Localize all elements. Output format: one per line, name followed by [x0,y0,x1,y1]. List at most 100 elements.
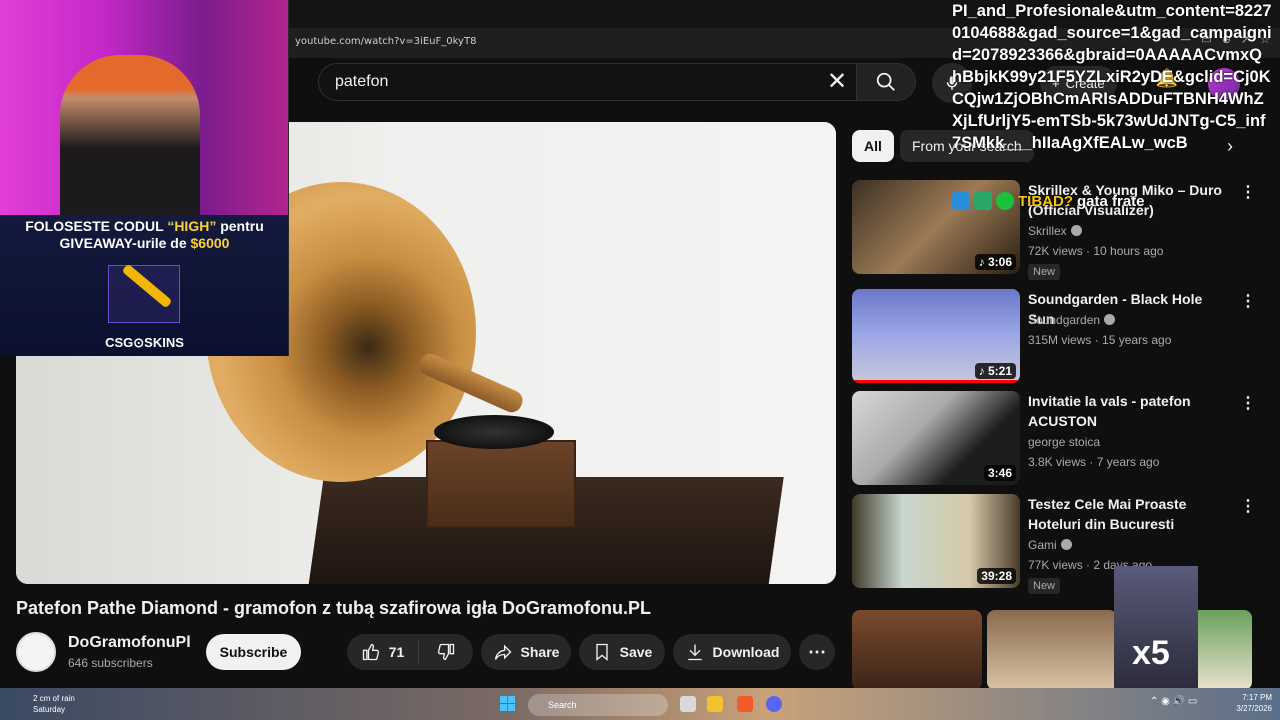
like-count: 71 [388,644,405,660]
verified-icon [996,192,1014,210]
duration-badge: 3:46 [983,465,1016,481]
promo-banner: FOLOSESTE CODUL “HIGH” pentru GIVEAWAY-u… [0,215,288,356]
recommendation-channel[interactable]: Soundgarden [1028,313,1116,327]
channel-name[interactable]: DoGramofonuPl [68,634,191,652]
thumbs-down-icon [437,643,455,661]
promo-line-2: GIVEAWAY-urile de $6000 [0,235,288,251]
more-actions-icon[interactable]: ⋯ [799,634,835,670]
short-thumbnail[interactable] [987,610,1117,690]
promo-text-3: GIVEAWAY-urile de [59,235,191,251]
channel-label: Skrillex [1028,224,1067,238]
share-button[interactable]: Share [481,634,571,670]
new-badge: New [1028,578,1061,594]
reaction-overlay: x5 [1114,566,1198,690]
watch-progress-bar [852,380,1020,383]
download-button[interactable]: Download [673,634,791,670]
file-explorer-icon[interactable] [707,696,723,712]
video-frame-gramophone-box [426,440,576,528]
chat-username: TIBAD? [1018,192,1073,210]
recommendation-meta: 315M views · 15 years ago [1028,333,1172,347]
bookmark-save-icon [595,643,608,661]
weather-widget[interactable]: 2 cm of rain Saturday [33,693,75,715]
windows-start-icon[interactable] [500,696,516,712]
recommendation-meta: 3.8K views · 7 years ago [1028,455,1160,469]
save-label: Save [619,644,653,660]
video-thumbnail[interactable]: 3:46 [852,391,1020,485]
download-icon [687,644,702,661]
verified-icon [1104,314,1116,325]
taskbar-search-label: Search [548,700,577,710]
recommendation-item[interactable]: ♪ 5:21 Soundgarden - Black Hole Sun Soun… [852,289,1256,385]
promo-text-1: FOLOSESTE CODUL [25,218,168,234]
kebab-menu-icon[interactable]: ⋮ [1240,182,1256,202]
verified-icon [1070,225,1082,236]
clock-date: 3/27/2026 [1236,704,1272,713]
thumbs-up-icon [362,643,379,661]
save-button[interactable]: Save [579,634,665,670]
system-tray[interactable]: ⌃ ◉ 🔊 ▭ [1150,696,1197,707]
search-query[interactable]: patefon [335,73,388,91]
weather-line-1: 2 cm of rain [33,694,75,703]
like-button[interactable]: 71 [347,640,419,664]
kebab-menu-icon[interactable]: ⋮ [1240,291,1256,311]
subscriber-count: 646 subscribers [68,656,153,670]
promo-brand: CSG⊙SKINS [105,335,184,350]
recommendation-channel[interactable]: Gami [1028,538,1072,552]
duration-badge: ♪ 3:06 [974,254,1016,270]
download-label: Download [712,644,780,660]
promo-code: “HIGH” [167,218,217,234]
stream-overlay-url-text: PI_and_Profesionale&utm_content=82270104… [952,2,1272,152]
video-thumbnail[interactable]: 39:28 [852,494,1020,588]
search-icon [876,72,895,91]
stream-chat-message: TIBAD? gata frate [952,192,1145,210]
recommendation-channel[interactable]: george stoica [1028,435,1100,449]
discord-icon[interactable] [766,696,782,712]
clear-search-icon[interactable]: ✕ [820,68,854,96]
duration-badge: 39:28 [977,568,1016,584]
recommendation-meta: 72K views · 10 hours ago [1028,244,1164,258]
chat-badge-icon [952,192,970,210]
new-badge: New [1028,264,1061,280]
share-icon [494,644,511,660]
chat-badge-icon [974,192,992,210]
video-frame-record [434,415,554,449]
promo-text-2: pentru [216,218,264,234]
chip-all[interactable]: All [852,130,894,162]
kebab-menu-icon[interactable]: ⋮ [1240,393,1256,413]
duration-badge: ♪ 5:21 [974,363,1016,379]
dislike-button[interactable] [419,642,473,662]
clock-time: 7:17 PM [1242,693,1272,702]
taskbar-search[interactable]: Search [528,694,668,716]
promo-line-1: FOLOSESTE CODUL “HIGH” pentru [0,218,288,234]
screen: youtube.com/watch?v=3iEuF_0kyT8 ▭ ⊕ ↗ ☆ … [0,0,1280,720]
weather-line-2: Saturday [33,705,66,714]
chat-text: gata frate [1077,192,1145,210]
url-text[interactable]: youtube.com/watch?v=3iEuF_0kyT8 [295,36,476,47]
recommendation-item[interactable]: 3:46 Invitatie la vals - patefon ACUSTON… [852,391,1256,487]
kebab-menu-icon[interactable]: ⋮ [1240,496,1256,516]
stream-overlay-panel: FOLOSESTE CODUL “HIGH” pentru GIVEAWAY-u… [0,0,289,356]
search-button[interactable] [856,63,916,101]
taskbar-clock[interactable]: 7:17 PM 3/27/2026 [1228,692,1272,714]
webcam-feed [0,0,288,225]
knife-skin-frame [108,265,180,323]
channel-avatar[interactable] [16,632,56,672]
subscribe-button[interactable]: Subscribe [206,634,301,670]
task-view-icon[interactable] [680,696,696,712]
video-thumbnail[interactable]: ♪ 5:21 [852,289,1020,383]
search-input[interactable]: patefon [318,63,864,101]
streamer-figure [60,55,200,225]
multiplier-text: x5 [1132,634,1170,672]
channel-label: Gami [1028,538,1057,552]
brave-browser-icon[interactable] [737,696,753,712]
like-dislike-group: 71 [347,634,473,670]
verified-icon [1060,539,1072,550]
recommendation-title[interactable]: Invitatie la vals - patefon ACUSTON [1028,391,1228,431]
promo-amount: $6000 [190,235,230,251]
share-label: Share [520,644,560,660]
channel-label: Soundgarden [1028,313,1101,327]
video-title: Patefon Pathe Diamond - gramofon z tubą … [16,598,652,618]
recommendation-title[interactable]: Testez Cele Mai Proaste Hoteluri din Buc… [1028,494,1228,534]
short-thumbnail[interactable] [852,610,982,690]
recommendation-channel[interactable]: Skrillex [1028,224,1082,238]
